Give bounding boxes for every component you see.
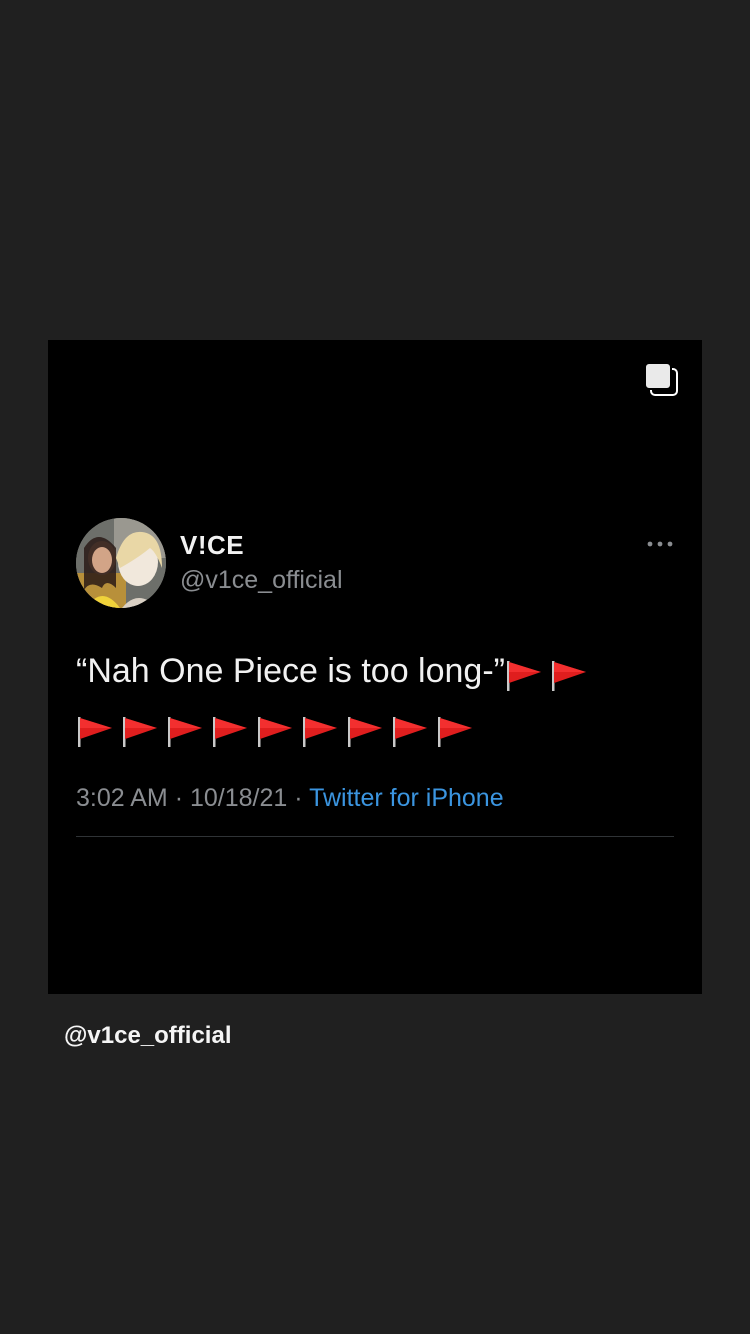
display-name: V!CE — [180, 530, 245, 560]
red-flags-row — [505, 648, 595, 698]
multiple-images-icon — [644, 362, 680, 398]
red-flag-icon — [123, 717, 157, 748]
tweet-date: 10/18/21 — [189, 784, 288, 812]
red-flag-icon — [258, 717, 292, 748]
more-horizontal-icon — [647, 541, 673, 547]
meta-separator: · — [294, 784, 303, 812]
avatar — [76, 518, 166, 608]
red-flag-icon — [551, 661, 586, 692]
post-card[interactable]: V!CE @v1ce_official “Nah One Piece is to… — [48, 340, 702, 994]
meta-separator: · — [174, 784, 184, 812]
red-flag-icon — [506, 661, 541, 692]
red-flag-icon — [78, 717, 112, 748]
tweet-source: Twitter for iPhone — [309, 784, 504, 812]
red-flag-icon — [303, 717, 337, 748]
red-flag-icon — [438, 717, 472, 748]
red-flag-icon — [348, 717, 382, 748]
tweet-meta: 3:02 AM · 10/18/21 · Twitter for iPhone — [76, 784, 504, 813]
story-screen: V!CE @v1ce_official “Nah One Piece is to… — [0, 0, 750, 1334]
red-flag-icon — [393, 717, 427, 748]
red-flag-icon — [168, 717, 202, 748]
red-flag-icon — [213, 717, 247, 748]
tweet-quote: “Nah One Piece is too long-” — [76, 652, 505, 690]
tweet-text: “Nah One Piece is too long-” — [76, 646, 666, 748]
handle: @v1ce_official — [180, 566, 343, 594]
caption-mention[interactable]: @v1ce_official — [64, 1022, 231, 1050]
red-flags-row — [76, 698, 666, 748]
divider — [76, 836, 674, 837]
tweet-time: 3:02 AM — [76, 784, 168, 812]
